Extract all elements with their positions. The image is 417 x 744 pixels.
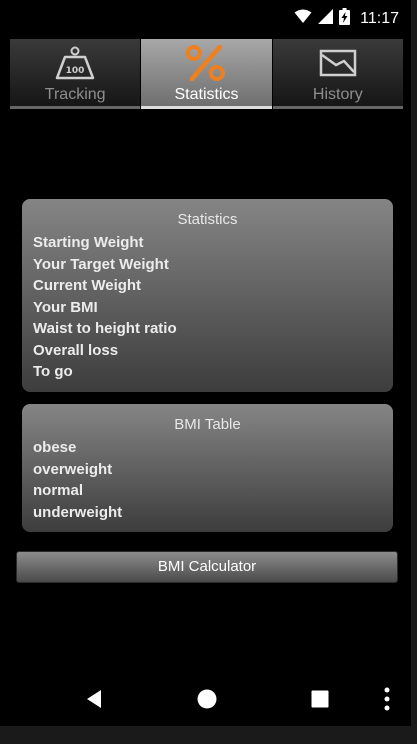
cell-signal-icon xyxy=(318,9,334,29)
stat-current-weight: Current Weight xyxy=(33,277,142,294)
bmi-table-card: BMI Table obese overweight normal underw… xyxy=(22,404,393,532)
stat-bmi: Your BMI xyxy=(33,298,98,316)
tab-history-label: History xyxy=(312,86,363,103)
tab-underline xyxy=(141,106,272,109)
percent-icon xyxy=(184,44,228,82)
stat-starting-weight: Starting Weight xyxy=(33,234,144,251)
wifi-icon xyxy=(294,9,312,29)
stat-waist-height-ratio: Waist to height ratio xyxy=(33,320,177,337)
bmi-row-obese: obese xyxy=(33,439,77,456)
status-bar: 11:17 xyxy=(0,0,411,38)
frame-edge xyxy=(411,0,417,744)
status-time: 11:17 xyxy=(360,10,399,27)
status-icons: 11:17 xyxy=(294,8,399,30)
bmi-row-normal: normal xyxy=(33,482,84,499)
svg-text:100: 100 xyxy=(66,66,85,76)
bmi-calculator-button[interactable]: BMI Calculator xyxy=(16,551,398,583)
tab-history[interactable]: History xyxy=(272,39,403,109)
home-icon[interactable] xyxy=(194,686,220,712)
battery-charging-icon xyxy=(339,8,351,30)
tab-tracking[interactable]: 100 Tracking xyxy=(10,39,142,109)
stat-target-weight: Your Target Weight xyxy=(33,255,169,273)
tab-statistics-label: Statistics xyxy=(174,86,239,103)
frame-edge xyxy=(0,726,417,744)
bmi-table-title: BMI Table xyxy=(174,416,241,433)
chart-icon xyxy=(316,45,360,81)
overflow-menu-icon[interactable] xyxy=(374,686,400,712)
tab-underline xyxy=(272,106,403,109)
statistics-title: Statistics xyxy=(177,211,238,228)
tab-tracking-label: Tracking xyxy=(44,86,106,103)
stat-overall-loss: Overall loss xyxy=(33,341,119,359)
bmi-row-overweight: overweight xyxy=(33,460,113,478)
tab-bar: 100 Tracking Statistics History xyxy=(10,39,403,109)
recents-icon[interactable] xyxy=(307,686,333,712)
tab-underline xyxy=(10,106,141,109)
tab-statistics[interactable]: Statistics xyxy=(141,39,273,109)
back-icon[interactable] xyxy=(82,686,108,712)
stat-to-go: To go xyxy=(33,363,73,380)
navigation-bar xyxy=(0,672,411,726)
app-screen: 11:17 100 Tracking Statistics History St… xyxy=(0,0,417,744)
scale-weight-icon: 100 xyxy=(53,45,97,81)
statistics-card: Statistics Starting Weight Your Target W… xyxy=(22,199,393,392)
bmi-row-underweight: underweight xyxy=(33,503,123,521)
